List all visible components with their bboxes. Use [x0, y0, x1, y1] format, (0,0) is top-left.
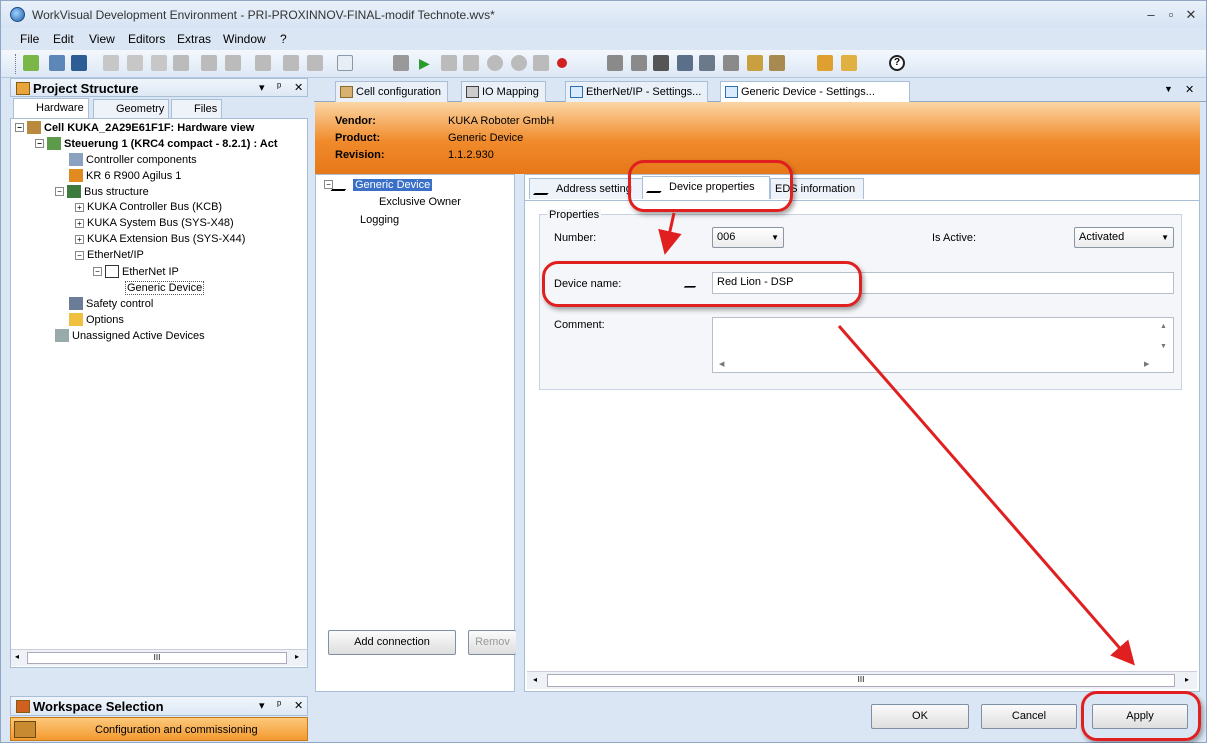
arrow-to-apply [837, 325, 1135, 666]
arrow-to-device-name [658, 212, 682, 255]
app-window: WorkVisual Development Environment - PRI… [0, 0, 1207, 743]
annotation-arrows [658, 212, 1135, 666]
